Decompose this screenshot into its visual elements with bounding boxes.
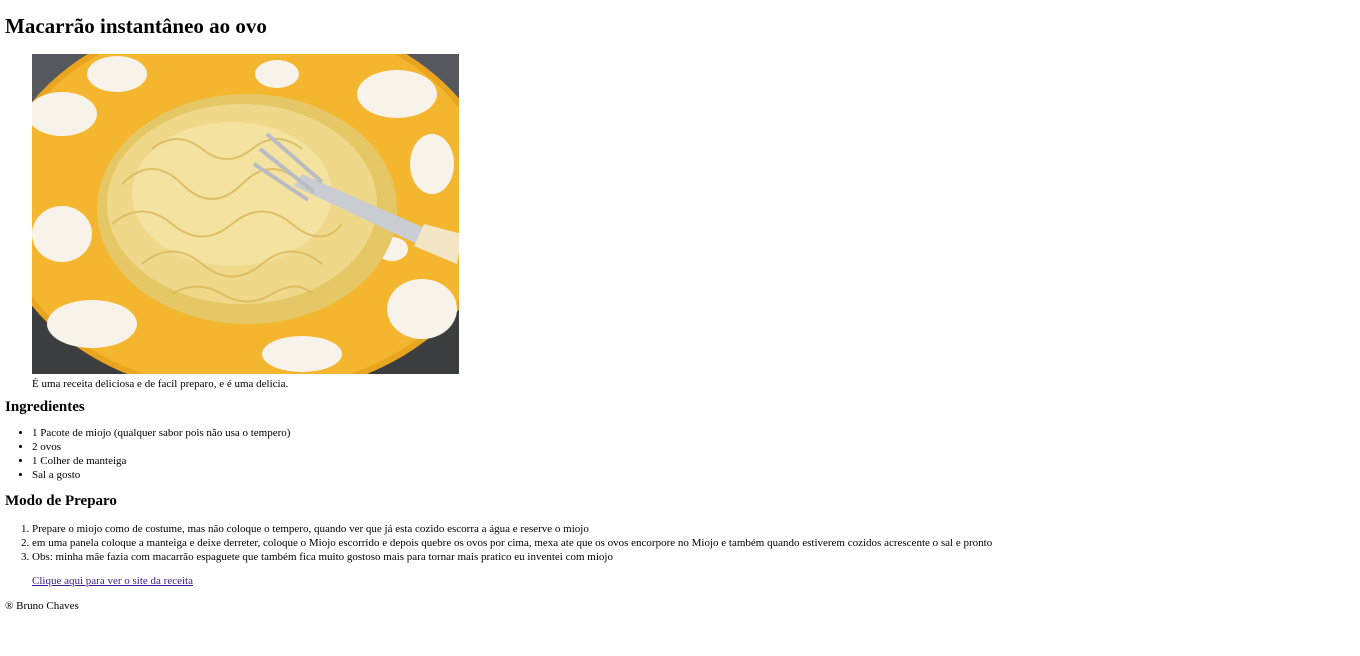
preparo-heading: Modo de Preparo (5, 493, 117, 509)
footer-copyright: ® Bruno Chaves (5, 600, 79, 612)
list-item: Sal a gosto (32, 468, 1355, 482)
recipe-figure: É uma receita deliciosa e de facil prepa… (32, 54, 1355, 392)
list-item: Prepare o miojo como de costume, mas não… (32, 522, 1355, 536)
recipe-source-link[interactable]: Clique aqui para ver o site da receita (32, 575, 193, 587)
ingredients-heading: Ingredientes (5, 399, 85, 415)
steps-list: Prepare o miojo como de costume, mas não… (5, 522, 1355, 564)
list-item: 1 Pacote de miojo (qualquer sabor pois n… (32, 426, 1355, 440)
page: Macarrão instantâneo ao ovo É uma receit… (0, 0, 1360, 613)
page-title: Macarrão instantâneo ao ovo (5, 14, 267, 38)
list-item: 2 ovos (32, 440, 1355, 454)
recipe-photo (32, 54, 459, 374)
list-item: 1 Colher de manteiga (32, 454, 1355, 468)
recipe-caption: É uma receita deliciosa e de facil prepa… (32, 378, 289, 390)
source-link-wrap: Clique aqui para ver o site da receita (32, 574, 1355, 588)
list-item: Obs: minha mãe fazia com macarrão espagu… (32, 550, 1355, 564)
list-item: em uma panela coloque a manteiga e deixe… (32, 536, 1355, 550)
ingredients-list: 1 Pacote de miojo (qualquer sabor pois n… (5, 426, 1355, 482)
